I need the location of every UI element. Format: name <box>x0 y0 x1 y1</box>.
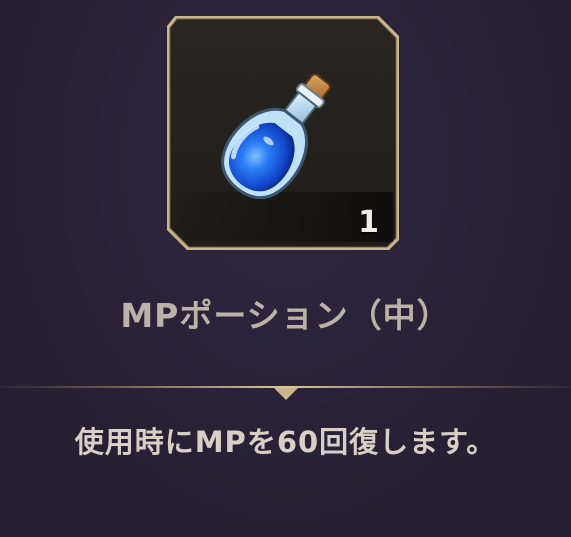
divider <box>0 386 571 400</box>
item-count: 1 <box>358 205 379 240</box>
item-slot[interactable]: 1 <box>165 14 401 252</box>
item-name: MPポーション（中） <box>120 296 451 335</box>
item-description: 使用時にMPを60回復します。 <box>74 425 497 459</box>
blue-mp-potion-icon <box>221 73 331 200</box>
item-detail-panel: 1 MPポーション（中） 使用時にMPを60回復します。 <box>0 0 571 537</box>
